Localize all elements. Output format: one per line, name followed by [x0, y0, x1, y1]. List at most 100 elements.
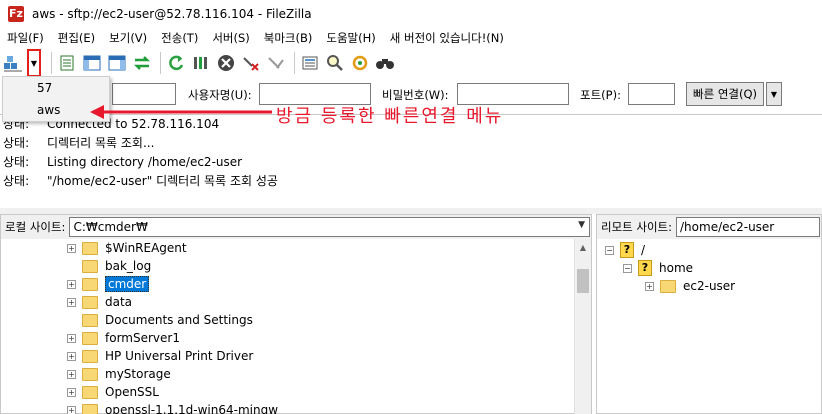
directory-filter-button[interactable] [299, 52, 321, 74]
log-message: 디렉터리 목록 조회... [47, 136, 155, 150]
chevron-down-icon[interactable]: ▼ [578, 220, 585, 230]
quickconnect-button[interactable]: 빠른 연결(Q) [686, 82, 764, 106]
tree-item[interactable]: + ec2-user [645, 277, 735, 295]
folder-icon [82, 313, 98, 327]
title-bar: Fz aws - sftp://ec2-user@52.78.116.104 -… [0, 0, 822, 28]
menu-transfer[interactable]: 전송(T) [154, 30, 205, 46]
refresh-icon [169, 55, 184, 71]
site-menu-item-57[interactable]: 57 [3, 77, 109, 99]
expand-icon[interactable]: + [67, 333, 76, 343]
folder-icon [82, 403, 98, 414]
disconnect-icon [243, 57, 259, 71]
find-files-button[interactable] [374, 52, 396, 74]
cancel-operation-button[interactable] [215, 52, 237, 74]
transfer-queue-icon [133, 56, 151, 70]
tree-item-label: $WinREAgent [105, 241, 187, 255]
message-log-icon [60, 55, 74, 71]
folder-icon [660, 279, 676, 293]
sync-browsing-button[interactable] [349, 52, 371, 74]
cancel-icon [218, 55, 234, 71]
unknown-folder-icon: ? [620, 242, 634, 258]
expand-icon[interactable]: + [67, 279, 76, 289]
collapse-icon[interactable]: − [623, 263, 632, 273]
expand-icon[interactable]: + [67, 297, 76, 307]
folder-icon [82, 349, 98, 363]
reconnect-icon [268, 57, 284, 69]
tree-item-label: Documents and Settings [105, 313, 253, 327]
local-tree-scrollbar[interactable]: ▲ [574, 239, 591, 414]
toolbar: ▼ [0, 47, 822, 79]
log-message: Listing directory /home/ec2-user [47, 155, 243, 169]
refresh-button[interactable] [165, 52, 187, 74]
menu-bookmarks[interactable]: 북마크(B) [257, 30, 320, 46]
tree-item-label: data [105, 295, 133, 309]
log-status: 상태: [3, 136, 30, 150]
tree-item-label: bak_log [105, 259, 152, 273]
menu-file[interactable]: 파일(F) [0, 30, 51, 46]
tree-item-label: cmder [105, 276, 150, 292]
tree-item[interactable]: + formServer1 [67, 329, 180, 347]
tree-item-label: HP Universal Print Driver [105, 349, 254, 363]
toolbar-separator [160, 52, 161, 74]
quickconnect-history-dropdown[interactable]: ▼ [766, 82, 782, 106]
tree-item-selected[interactable]: + cmder [67, 275, 150, 293]
expand-icon[interactable]: + [645, 281, 654, 291]
expand-icon[interactable]: + [67, 351, 76, 361]
tree-item[interactable]: − ? home [623, 259, 693, 277]
remote-site-panel: 리모트 사이트: /home/ec2-user − ? / − ? home +… [596, 214, 822, 414]
scroll-up-arrow-icon[interactable]: ▲ [575, 239, 591, 256]
annotation-text: 방금 등록한 빠른연결 메뉴 [276, 106, 504, 127]
expand-icon[interactable]: + [67, 243, 76, 253]
menu-view[interactable]: 보기(V) [102, 30, 154, 46]
filezilla-app-icon: Fz [8, 6, 24, 22]
toolbar-separator [51, 52, 52, 74]
tree-item-label: / [641, 243, 646, 257]
menu-edit[interactable]: 편집(E) [51, 30, 102, 46]
tree-item-label: OpenSSL [105, 385, 159, 399]
reconnect-button[interactable] [265, 52, 287, 74]
collapse-icon[interactable]: − [605, 245, 614, 255]
remote-site-label: 리모트 사이트: [601, 220, 673, 234]
toggle-local-tree-button[interactable] [81, 52, 103, 74]
toggle-log-button[interactable] [56, 52, 78, 74]
port-input[interactable] [628, 83, 675, 105]
remote-site-header: 리모트 사이트: /home/ec2-user [597, 215, 821, 239]
folder-icon [82, 385, 98, 399]
tree-item[interactable]: + myStorage [67, 365, 171, 383]
toggle-remote-tree-button[interactable] [106, 52, 128, 74]
tree-item[interactable]: + openssl-1.1.1d-win64-mingw [67, 401, 278, 414]
expand-icon[interactable]: + [67, 405, 76, 414]
tree-item[interactable]: + $WinREAgent [67, 239, 187, 257]
scroll-thumb[interactable] [577, 269, 589, 293]
tree-item[interactable]: bak_log [67, 257, 151, 275]
site-manager-icon [4, 56, 22, 72]
sync-icon [352, 55, 368, 71]
tree-item[interactable]: Documents and Settings [67, 311, 253, 329]
log-line: 상태: Listing directory /home/ec2-user [0, 153, 822, 172]
quickconnect-group: 빠른 연결(Q) ▼ [686, 82, 782, 106]
disconnect-button[interactable] [240, 52, 262, 74]
menu-server[interactable]: 서버(S) [205, 30, 256, 46]
log-message: "/home/ec2-user" 디렉터리 목록 조회 성공 [47, 174, 278, 188]
tree-item[interactable]: + OpenSSL [67, 383, 159, 401]
message-log: 상태: Connected to 52.78.116.104 상태: 디렉터리 … [0, 114, 822, 208]
local-path-combo[interactable]: C:₩cmder₩ ▼ [69, 217, 590, 237]
menu-bar: 파일(F) 편집(E) 보기(V) 전송(T) 서버(S) 북마크(B) 도움말… [0, 28, 822, 47]
tree-item[interactable]: + data [67, 293, 132, 311]
chevron-down-icon: ▼ [30, 58, 38, 68]
menu-help[interactable]: 도움말(H) [319, 30, 382, 46]
expand-icon[interactable]: + [67, 387, 76, 397]
toggle-transfer-queue-button[interactable] [131, 52, 153, 74]
tree-item[interactable]: − ? / [605, 241, 645, 259]
local-tree-icon [83, 55, 101, 71]
site-manager-button[interactable] [2, 52, 24, 74]
tree-item[interactable]: + HP Universal Print Driver [67, 347, 253, 365]
remote-path-combo[interactable]: /home/ec2-user [676, 217, 820, 237]
menu-new-version[interactable]: 새 버전이 있습니다!(N) [383, 30, 511, 46]
search-icon [327, 55, 343, 71]
process-queue-button[interactable] [190, 52, 212, 74]
folder-icon [82, 277, 98, 291]
site-manager-dropdown-arrow[interactable]: ▼ [27, 49, 41, 77]
search-button[interactable] [324, 52, 346, 74]
expand-icon[interactable]: + [67, 369, 76, 379]
